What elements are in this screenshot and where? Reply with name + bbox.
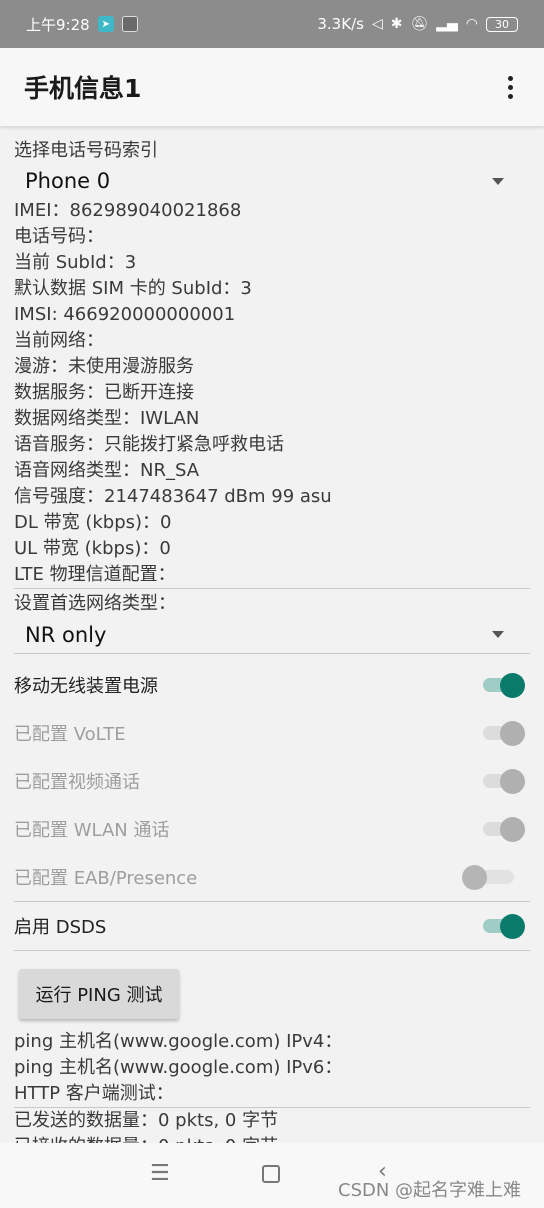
- signal-icon: ▂▄: [436, 16, 458, 32]
- data-service-line: 数据服务：已断开连接: [14, 382, 194, 403]
- run-ping-test-button[interactable]: 运行 PING 测试: [19, 969, 179, 1019]
- radio-power-label: 移动无线装置电源: [14, 676, 158, 697]
- phone-index-value: Phone 0: [25, 169, 111, 193]
- page-title: 手机信息1: [24, 74, 142, 103]
- dsds-row[interactable]: 启用 DSDS: [14, 902, 530, 950]
- dropdown-arrow-icon: [492, 178, 504, 185]
- status-bar: 上午9:28 ➤ 3.3K/s ◁ ✱ 🔕︎ ▂▄ ◠ 30: [0, 0, 544, 48]
- http-client-test-line: HTTP 客户端测试：: [14, 1083, 174, 1104]
- watermark: CSDN @起名字难上难: [338, 1180, 522, 1201]
- volte-switch: [481, 721, 525, 746]
- video-call-label: 已配置视频通话: [14, 772, 140, 793]
- more-options-icon[interactable]: [500, 67, 520, 107]
- phone-info-content: 选择电话号码索引 Phone 0 IMEI：862989040021868 电话…: [14, 138, 530, 1160]
- data-sent-line: 已发送的数据量：0 pkts, 0 字节: [14, 1110, 279, 1131]
- menu-icon[interactable]: ☰: [150, 1161, 170, 1186]
- signal-strength-line: 信号强度：2147483647 dBm 99 asu: [14, 486, 332, 507]
- eab-presence-label: 已配置 EAB/Presence: [14, 868, 198, 889]
- video-call-row: 已配置视频通话: [14, 757, 530, 805]
- app-bar: 手机信息1: [0, 48, 544, 126]
- app-notification-icon: [121, 16, 138, 32]
- phone-number-line: 电话号码：: [14, 226, 104, 247]
- default-data-subid-line: 默认数据 SIM 卡的 SubId：3: [14, 278, 252, 299]
- voice-network-type-line: 语音网络类型：NR_SA: [14, 460, 200, 481]
- data-network-type-line: 数据网络类型：IWLAN: [14, 408, 200, 429]
- dl-bandwidth-line: DL 带宽 (kbps)：0: [14, 512, 172, 533]
- divider: [14, 588, 530, 589]
- imsi-line: IMSI: 466920000000001: [14, 304, 236, 325]
- network-speed: 3.3K/s: [317, 15, 364, 33]
- battery-icon: 30: [486, 16, 518, 32]
- ping-ipv6-line: ping 主机名(www.google.com) IPv6：: [14, 1057, 343, 1078]
- preferred-network-label: 设置首选网络类型：: [14, 593, 176, 614]
- bluetooth-icon: ✱: [390, 16, 403, 32]
- current-network-line: 当前网络：: [14, 330, 104, 351]
- imei-line: IMEI：862989040021868: [14, 200, 242, 221]
- divider: [14, 950, 530, 951]
- eab-presence-row: 已配置 EAB/Presence: [14, 853, 530, 901]
- home-icon[interactable]: [262, 1165, 280, 1183]
- preferred-network-value: NR only: [25, 623, 107, 647]
- ping-ipv4-line: ping 主机名(www.google.com) IPv4：: [14, 1031, 343, 1052]
- volte-row: 已配置 VoLTE: [14, 709, 530, 757]
- phone-index-label: 选择电话号码索引: [14, 140, 158, 161]
- ul-bandwidth-line: UL 带宽 (kbps)：0: [14, 538, 171, 559]
- clock: 上午9:28: [26, 15, 90, 34]
- wlan-call-row: 已配置 WLAN 通话: [14, 805, 530, 853]
- wlan-call-switch: [481, 817, 525, 842]
- dsds-switch[interactable]: [481, 914, 525, 939]
- volte-label: 已配置 VoLTE: [14, 724, 126, 745]
- divider: [14, 653, 530, 654]
- video-call-switch: [481, 769, 525, 794]
- current-subid-line: 当前 SubId：3: [14, 252, 137, 273]
- phone-index-spinner[interactable]: Phone 0: [14, 164, 530, 198]
- location-icon: ◁: [371, 16, 383, 32]
- send-app-icon: ➤: [97, 16, 114, 32]
- wifi-icon: ◠: [465, 16, 478, 32]
- voice-service-line: 语音服务：只能拨打紧急呼救电话: [14, 434, 284, 455]
- radio-power-row[interactable]: 移动无线装置电源: [14, 661, 530, 709]
- dropdown-arrow-icon: [492, 631, 504, 638]
- ping-results: ping 主机名(www.google.com) IPv4： ping 主机名(…: [14, 1029, 530, 1160]
- lte-physical-channel-line: LTE 物理信道配置：: [14, 564, 176, 585]
- roaming-line: 漫游：未使用漫游服务: [14, 356, 194, 377]
- radio-power-switch[interactable]: [481, 673, 525, 698]
- mute-icon: 🔕︎: [410, 16, 429, 32]
- dsds-label: 启用 DSDS: [14, 917, 107, 938]
- eab-presence-switch: [462, 865, 514, 890]
- preferred-network-spinner[interactable]: NR only: [14, 617, 530, 653]
- wlan-call-label: 已配置 WLAN 通话: [14, 820, 170, 841]
